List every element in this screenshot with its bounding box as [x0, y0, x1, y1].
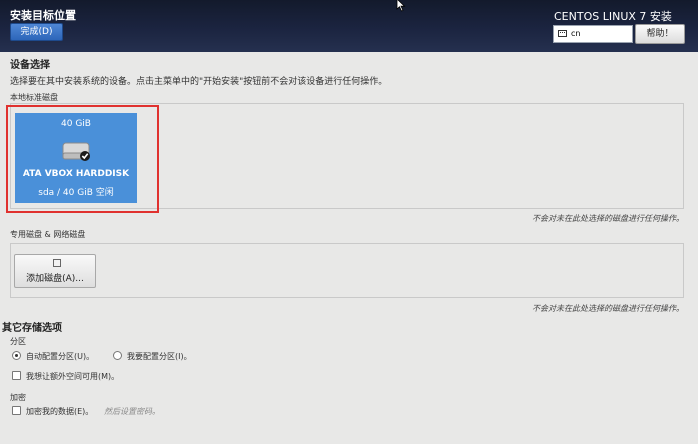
disk-name: ATA VBOX HARDDISK — [22, 169, 130, 179]
keyboard-icon — [558, 30, 567, 37]
disk-tile-sda[interactable]: 40 GiB ATA VBOX HARDDISK sda / 40 GiB 空闲 — [15, 113, 137, 203]
keyboard-layout-indicator[interactable]: cn — [553, 25, 633, 43]
local-disks-label: 本地标准磁盘 — [10, 93, 58, 102]
specialized-disks-label: 专用磁盘 & 网络磁盘 — [10, 230, 86, 239]
encryption-label: 加密 — [10, 393, 26, 402]
device-selection-title: 设备选择 — [10, 60, 50, 71]
page-title: 安装目标位置 — [10, 9, 76, 22]
add-disk-label: 添加磁盘(A)... — [26, 274, 84, 284]
manual-partition-radio[interactable] — [113, 351, 122, 360]
encrypt-checkbox[interactable] — [12, 406, 21, 415]
auto-partition-radio[interactable] — [12, 351, 21, 360]
other-storage-title: 其它存储选项 — [2, 323, 62, 334]
manual-partition-label[interactable]: 我要配置分区(I)。 — [127, 351, 192, 362]
add-disk-button[interactable]: 添加磁盘(A)... — [14, 254, 96, 288]
encrypt-hint: 然后设置密码。 — [104, 407, 160, 416]
specialized-disks-note: 不会对未在此处选择的磁盘进行任何操作。 — [532, 304, 684, 313]
encrypt-label[interactable]: 加密我的数据(E)。 — [26, 406, 93, 417]
local-disks-note: 不会对未在此处选择的磁盘进行任何操作。 — [532, 214, 684, 223]
specialized-disks-panel — [10, 243, 684, 298]
disk-size: 40 GiB — [61, 119, 91, 129]
mouse-cursor-icon — [396, 0, 406, 12]
harddisk-icon — [62, 142, 90, 161]
done-button[interactable]: 完成(D) — [10, 23, 63, 41]
product-title: CENTOS LINUX 7 安装 — [554, 10, 672, 23]
extra-space-checkbox[interactable] — [12, 371, 21, 380]
device-selection-description: 选择要在其中安装系统的设备。点击主菜单中的"开始安装"按钮前不会对该设备进行任何… — [10, 77, 388, 87]
help-button[interactable]: 帮助！ — [635, 24, 685, 44]
header-bar: 安装目标位置 完成(D) CENTOS LINUX 7 安装 cn 帮助！ — [0, 0, 698, 52]
keyboard-layout-label: cn — [571, 29, 581, 38]
add-disk-icon — [53, 259, 61, 267]
disk-info: sda / 40 GiB 空闲 — [38, 188, 114, 198]
partitioning-label: 分区 — [10, 337, 26, 346]
extra-space-label[interactable]: 我想让额外空间可用(M)。 — [26, 371, 119, 382]
auto-partition-label[interactable]: 自动配置分区(U)。 — [26, 351, 94, 362]
